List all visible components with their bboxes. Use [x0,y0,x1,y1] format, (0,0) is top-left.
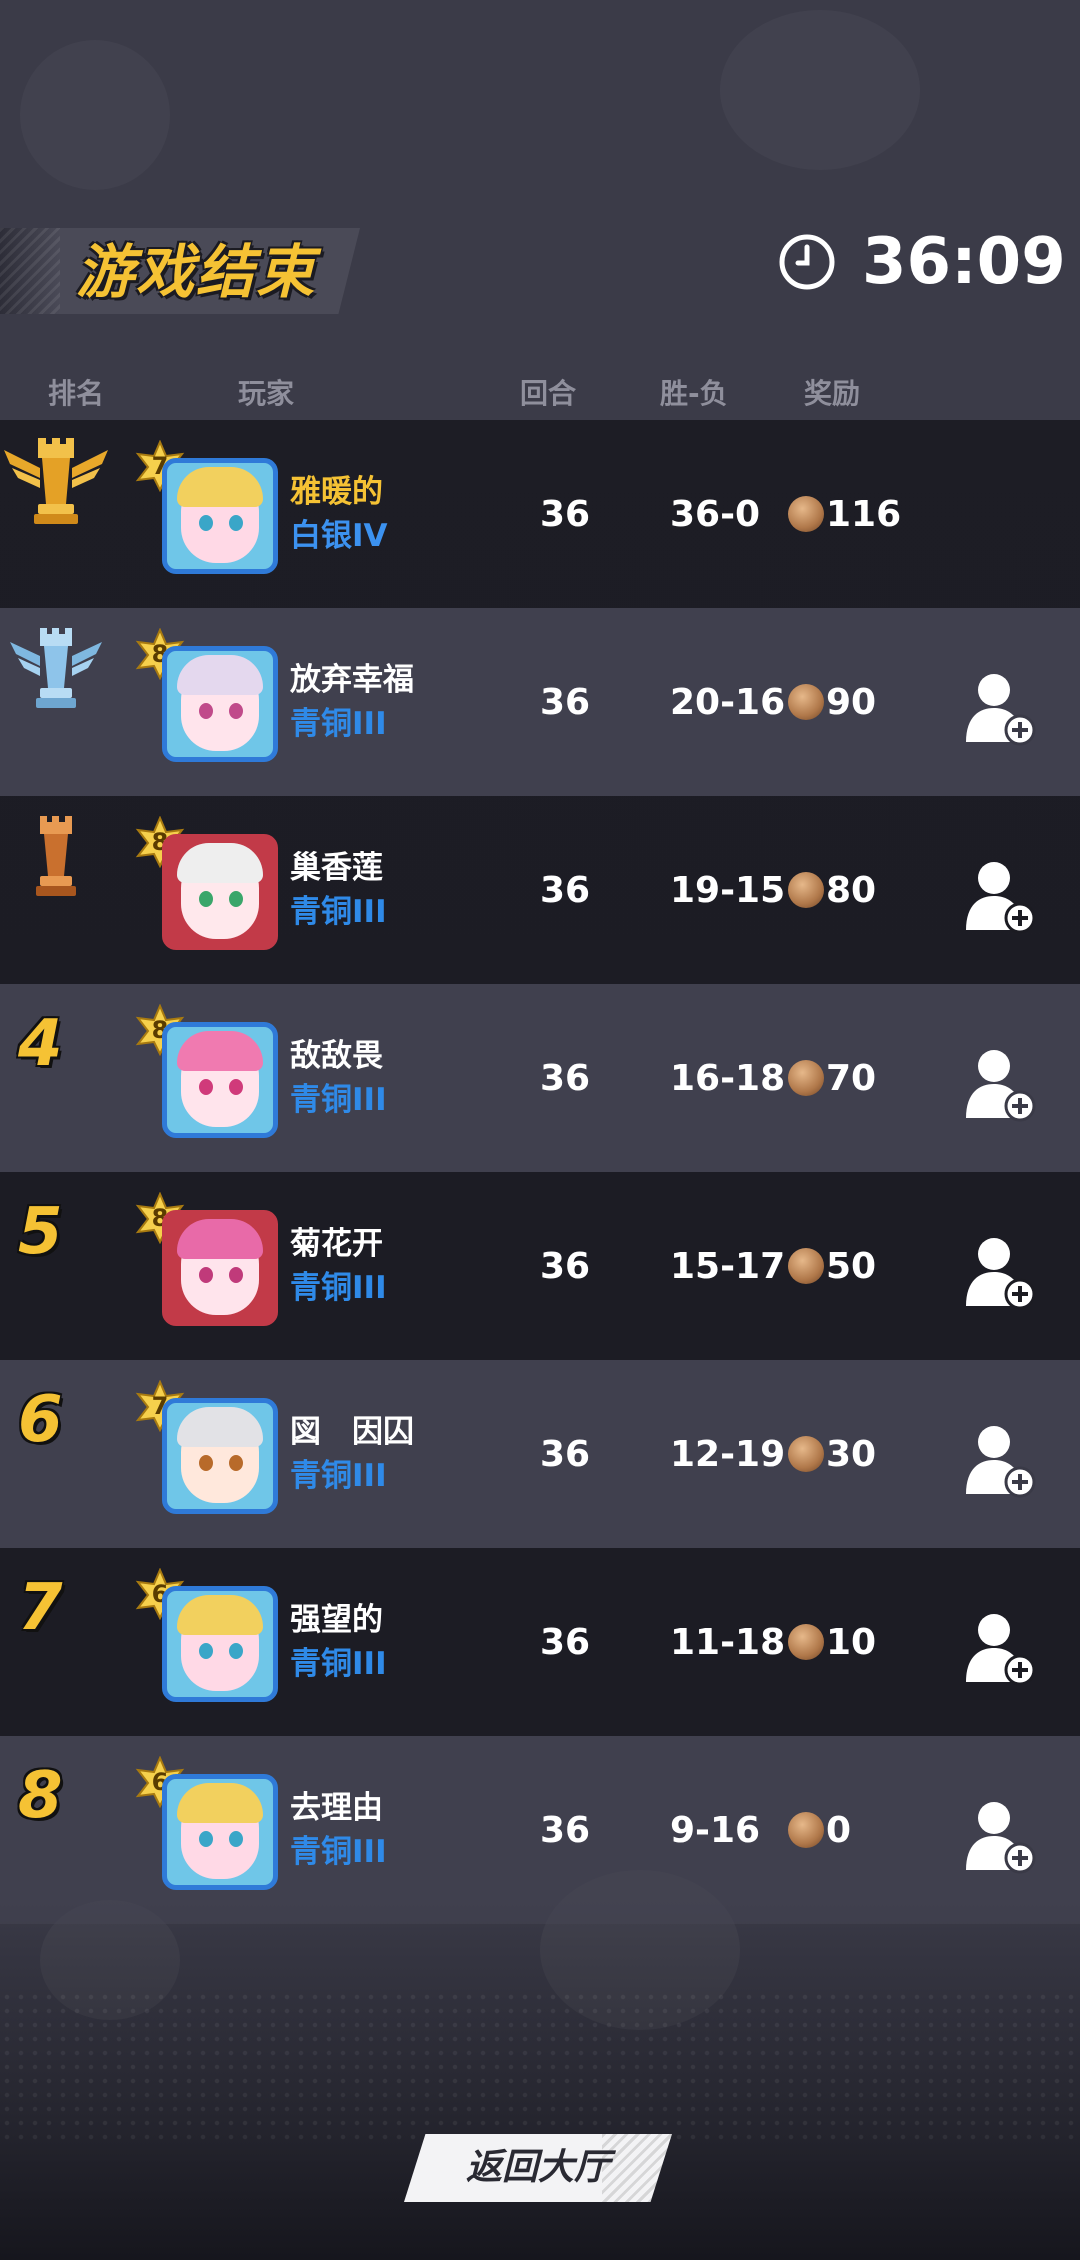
player-name: 强望的 [290,1602,383,1638]
add-friend-icon[interactable] [964,1046,1036,1122]
player-avatar[interactable] [162,1586,278,1702]
player-rounds: 36 [540,1246,591,1287]
player-name: 雅暖的 [290,474,383,510]
player-avatar[interactable] [162,458,278,574]
add-friend-icon[interactable] [964,858,1036,934]
player-name: 巢香莲 [290,850,383,886]
player-avatar[interactable] [162,1398,278,1514]
player-win-loss: 11-18 [670,1622,786,1663]
player-rounds: 36 [540,1622,591,1663]
rank-number: 4 [18,1007,63,1081]
coin-icon [788,1812,824,1848]
player-win-loss: 16-18 [670,1058,786,1099]
coin-icon [788,872,824,908]
table-row: 5 8 菊花开 青铜III 36 15-17 50 [0,1172,1080,1360]
column-header-player: 玩家 [238,377,295,410]
coin-icon [788,684,824,720]
player-tier: 青铜III [290,894,387,930]
player-rounds: 36 [540,494,591,535]
table-row: 6 7 図 因囚 青铜III 36 12-19 30 [0,1360,1080,1548]
coin-icon [788,1624,824,1660]
back-to-lobby-label[interactable]: 返回大厅 [404,2134,672,2202]
add-friend-icon[interactable] [964,1610,1036,1686]
player-win-loss: 20-16 [670,682,786,723]
add-friend-icon[interactable] [964,670,1036,746]
player-avatar[interactable] [162,1022,278,1138]
player-tier: 青铜III [290,1834,387,1870]
table-row: 7 6 强望的 青铜III 36 11-18 10 [0,1548,1080,1736]
column-header-reward: 奖励 [804,377,861,410]
player-win-loss: 15-17 [670,1246,786,1287]
player-avatar[interactable] [162,1774,278,1890]
player-name: 図 因囚 [290,1414,414,1450]
table-row: 4 8 敌敌畏 青铜III 36 16-18 70 [0,984,1080,1172]
player-tier: 青铜III [290,1270,387,1306]
silver-rook-trophy-icon [10,628,102,708]
player-tier: 青铜III [290,1646,387,1682]
player-avatar[interactable] [162,646,278,762]
player-reward: 70 [826,1058,877,1099]
player-tier: 青铜III [290,706,387,742]
column-header-win-loss: 胜-负 [660,377,728,410]
player-reward: 116 [826,494,902,535]
player-win-loss: 36-0 [670,494,761,535]
game-timer: 36:09 [862,225,1066,299]
player-tier: 青铜III [290,1082,387,1118]
column-header-rank: 排名 [48,377,105,410]
player-win-loss: 12-19 [670,1434,786,1475]
table-row: 8 巢香莲 青铜III 36 19-15 80 [0,796,1080,984]
coin-icon [788,1436,824,1472]
player-rounds: 36 [540,1810,591,1851]
player-reward: 10 [826,1622,877,1663]
add-friend-icon[interactable] [964,1234,1036,1310]
table-row: 8 放弃幸福 青铜III 36 20-16 90 [0,608,1080,796]
player-tier: 白银IV [290,518,388,554]
clock-icon [779,234,835,290]
bronze-rook-trophy-icon [36,816,76,896]
add-friend-icon[interactable] [964,1422,1036,1498]
player-reward: 50 [826,1246,877,1287]
table-row: 8 6 去理由 青铜III 36 9-16 0 [0,1736,1080,1924]
player-name: 去理由 [290,1790,383,1826]
page-title: 游戏结束 [76,238,317,306]
coin-icon [788,1248,824,1284]
player-win-loss: 9-16 [670,1810,761,1851]
table-row: 7 雅暖的 白银IV 36 36-0 116 [0,420,1080,608]
player-reward: 30 [826,1434,877,1475]
rank-number: 6 [18,1383,63,1457]
player-rounds: 36 [540,682,591,723]
player-reward: 90 [826,682,877,723]
player-name: 菊花开 [290,1226,383,1262]
rank-number: 7 [18,1571,63,1645]
player-tier: 青铜III [290,1458,387,1494]
player-reward: 0 [826,1810,852,1851]
coin-icon [788,1060,824,1096]
column-header-rounds: 回合 [520,377,577,410]
player-rounds: 36 [540,1434,591,1475]
add-friend-icon[interactable] [964,1798,1036,1874]
player-avatar[interactable] [162,1210,278,1326]
player-rounds: 36 [540,870,591,911]
background-decoration [720,10,920,170]
rank-number: 5 [18,1195,63,1269]
coin-icon [788,496,824,532]
player-name: 放弃幸福 [290,662,414,698]
player-name: 敌敌畏 [290,1038,383,1074]
player-avatar[interactable] [162,834,278,950]
player-reward: 80 [826,870,877,911]
background-dot-pattern [0,1990,1080,2140]
rank-number: 8 [18,1759,63,1833]
background-decoration [20,40,170,190]
player-rounds: 36 [540,1058,591,1099]
player-win-loss: 19-15 [670,870,786,911]
gold-rook-trophy-icon [4,438,108,524]
